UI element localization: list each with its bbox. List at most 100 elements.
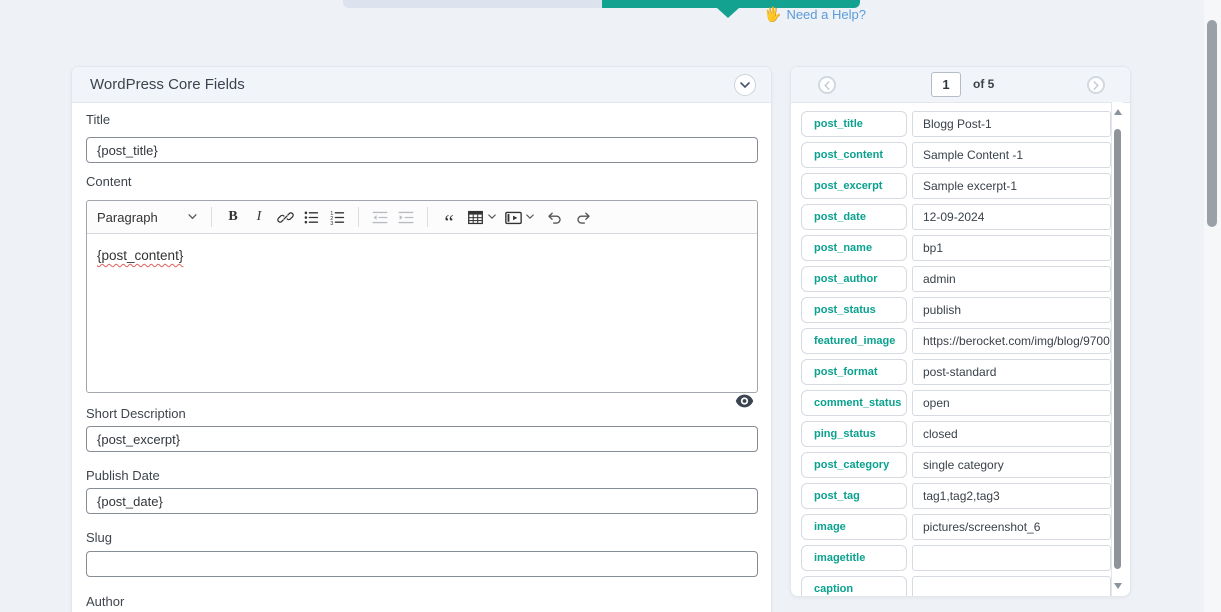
- preview-field-pill[interactable]: post_title: [801, 111, 907, 137]
- preview-field-pill[interactable]: post_name: [801, 235, 907, 261]
- collapse-panel-button[interactable]: [734, 74, 756, 96]
- slug-input[interactable]: [86, 551, 758, 577]
- preview-field-value: bp1: [923, 241, 943, 255]
- preview-row: post_category single category: [801, 452, 1111, 478]
- preview-field-value-box: closed: [912, 421, 1111, 447]
- paragraph-style-label: Paragraph: [97, 210, 158, 225]
- title-input[interactable]: [86, 137, 758, 163]
- preview-field-pill[interactable]: ping_status: [801, 421, 907, 447]
- link-icon: [277, 209, 294, 226]
- publish-date-label: Publish Date: [86, 468, 160, 483]
- progress-bar-remaining: [343, 0, 602, 8]
- eye-icon: [735, 394, 754, 408]
- preview-field-value-box: pictures/screenshot_6: [912, 514, 1111, 540]
- table-dropdown-chevron[interactable]: [488, 214, 496, 220]
- preview-row: post_excerpt Sample excerpt-1: [801, 173, 1111, 199]
- preview-field-value: open: [923, 396, 950, 410]
- svg-text:3: 3: [330, 221, 333, 226]
- preview-field-pill[interactable]: post_content: [801, 142, 907, 168]
- preview-scrollbar[interactable]: [1111, 102, 1123, 596]
- preview-field-name: image: [814, 521, 846, 533]
- preview-field-value-box: post-standard: [912, 359, 1111, 385]
- page-scrollbar[interactable]: [1204, 0, 1221, 612]
- preview-field-value: pictures/screenshot_6: [923, 520, 1040, 534]
- preview-field-pill[interactable]: post_status: [801, 297, 907, 323]
- preview-pagination-header: of 5: [791, 67, 1130, 103]
- preview-field-pill[interactable]: post_author: [801, 266, 907, 292]
- paragraph-style-dropdown[interactable]: Paragraph: [97, 210, 197, 225]
- author-label: Author: [86, 594, 124, 609]
- preview-field-pill[interactable]: image: [801, 514, 907, 540]
- preview-toggle[interactable]: [735, 394, 754, 408]
- scroll-down-arrow-icon[interactable]: [1114, 583, 1122, 589]
- indent-button[interactable]: [396, 205, 416, 229]
- italic-button[interactable]: I: [249, 205, 269, 229]
- preview-row: comment_status open: [801, 390, 1111, 416]
- scroll-up-arrow-icon[interactable]: [1114, 109, 1122, 115]
- chevron-down-icon: [740, 82, 750, 89]
- insert-media-button[interactable]: [503, 205, 523, 229]
- preview-field-value-box: single category: [912, 452, 1111, 478]
- preview-field-value-box: Sample Content -1: [912, 142, 1111, 168]
- content-rich-text-editor[interactable]: Paragraph B I 123: [86, 200, 758, 393]
- preview-field-value: tag1,tag2,tag3: [923, 489, 1000, 503]
- outdent-icon: [371, 209, 389, 226]
- editor-content-text: {post_content}: [97, 248, 183, 263]
- numbered-list-button[interactable]: 123: [327, 205, 347, 229]
- preview-field-pill[interactable]: post_tag: [801, 483, 907, 509]
- bulleted-list-icon: [303, 209, 320, 226]
- toolbar-separator: [211, 207, 212, 227]
- editor-toolbar: Paragraph B I 123: [87, 201, 757, 234]
- wordpress-core-fields-panel: WordPress Core Fields Title Content Para…: [71, 66, 772, 612]
- preview-field-pill[interactable]: post_excerpt: [801, 173, 907, 199]
- short-description-input[interactable]: [86, 426, 758, 452]
- chevron-left-icon: [824, 81, 830, 90]
- preview-field-value-box: admin: [912, 266, 1111, 292]
- need-help-link[interactable]: Need a Help?: [786, 7, 866, 22]
- preview-field-value-box: tag1,tag2,tag3: [912, 483, 1111, 509]
- preview-field-pill[interactable]: featured_image: [801, 328, 907, 354]
- bold-button[interactable]: B: [223, 205, 243, 229]
- panel-title: WordPress Core Fields: [72, 67, 771, 102]
- need-help[interactable]: 🖐 Need a Help?: [764, 5, 866, 23]
- outdent-button[interactable]: [370, 205, 390, 229]
- preview-row: caption: [801, 576, 1111, 596]
- preview-field-name: post_category: [814, 459, 889, 471]
- page-scrollbar-thumb[interactable]: [1207, 20, 1217, 227]
- preview-field-name: post_status: [814, 304, 876, 316]
- preview-field-value: Blogg Post-1: [923, 117, 992, 131]
- preview-row: post_format post-standard: [801, 359, 1111, 385]
- preview-field-value: post-standard: [923, 365, 996, 379]
- bulleted-list-button[interactable]: [301, 205, 321, 229]
- preview-field-name: ping_status: [814, 428, 876, 440]
- preview-field-pill[interactable]: post_format: [801, 359, 907, 385]
- preview-field-name: post_name: [814, 242, 872, 254]
- undo-button[interactable]: [544, 205, 564, 229]
- next-record-button[interactable]: [1087, 76, 1105, 94]
- preview-field-value: publish: [923, 303, 961, 317]
- editor-content-area[interactable]: {post_content}: [87, 234, 757, 394]
- toolbar-separator: [358, 207, 359, 227]
- preview-field-pill[interactable]: post_date: [801, 204, 907, 230]
- blockquote-button[interactable]: “: [439, 205, 459, 229]
- preview-field-value: single category: [923, 458, 1004, 472]
- preview-field-pill[interactable]: caption: [801, 576, 907, 596]
- link-button[interactable]: [275, 205, 295, 229]
- preview-row: image pictures/screenshot_6: [801, 514, 1111, 540]
- preview-field-name: post_tag: [814, 490, 860, 502]
- preview-field-name: post_content: [814, 149, 883, 161]
- preview-row: post_title Blogg Post-1: [801, 111, 1111, 137]
- toolbar-separator: [427, 207, 428, 227]
- publish-date-input[interactable]: [86, 488, 758, 514]
- preview-field-value: https://berocket.com/img/blog/97001e: [923, 334, 1110, 348]
- redo-button[interactable]: [573, 205, 593, 229]
- preview-field-pill[interactable]: comment_status: [801, 390, 907, 416]
- insert-table-button[interactable]: [465, 205, 485, 229]
- preview-field-pill[interactable]: post_category: [801, 452, 907, 478]
- media-dropdown-chevron[interactable]: [526, 214, 534, 220]
- preview-scrollbar-thumb[interactable]: [1114, 129, 1121, 569]
- previous-record-button[interactable]: [818, 76, 836, 94]
- preview-field-pill[interactable]: imagetitle: [801, 545, 907, 571]
- record-number-input[interactable]: [931, 72, 961, 97]
- preview-field-value: Sample excerpt-1: [923, 179, 1017, 193]
